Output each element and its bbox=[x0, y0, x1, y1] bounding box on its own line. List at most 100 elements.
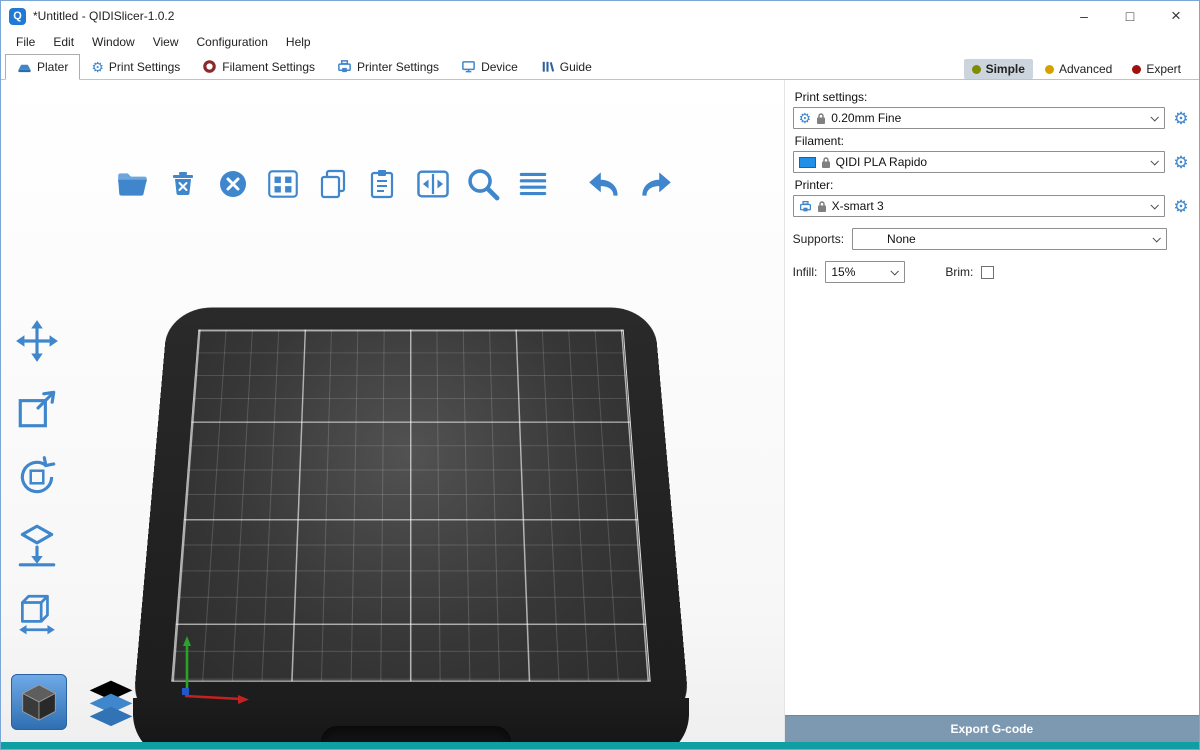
supports-row: Supports: None bbox=[793, 228, 1191, 250]
paste-button[interactable] bbox=[363, 164, 403, 204]
print-settings-tab-icon: ⚙ bbox=[91, 60, 104, 74]
maximize-button[interactable]: □ bbox=[1107, 1, 1153, 31]
guide-books-icon bbox=[540, 59, 555, 74]
supports-value: None bbox=[887, 232, 916, 246]
menu-edit[interactable]: Edit bbox=[44, 31, 83, 53]
sliced-layers-icon bbox=[85, 676, 137, 728]
chevron-down-icon bbox=[1152, 234, 1160, 242]
rotate-tool-button[interactable] bbox=[9, 452, 65, 502]
printer-combo[interactable]: X-smart 3 bbox=[793, 195, 1165, 217]
filament-spool-icon bbox=[202, 59, 217, 74]
lock-icon bbox=[817, 200, 827, 213]
redo-button[interactable] bbox=[635, 164, 675, 204]
print-settings-combo[interactable]: ⚙ 0.20mm Fine bbox=[793, 107, 1165, 129]
bed-handle bbox=[321, 726, 511, 742]
chevron-down-icon bbox=[1150, 201, 1158, 209]
filament-label: Filament: bbox=[795, 134, 1191, 148]
tab-label: Filament Settings bbox=[222, 60, 315, 74]
printer-gear-button[interactable]: ⚙ bbox=[1171, 198, 1191, 215]
menu-help[interactable]: Help bbox=[277, 31, 320, 53]
menu-window[interactable]: Window bbox=[83, 31, 144, 53]
lock-icon bbox=[821, 156, 831, 169]
tab-device[interactable]: Device bbox=[450, 54, 529, 79]
delete-all-icon bbox=[216, 167, 250, 201]
move-icon bbox=[14, 318, 60, 364]
place-on-face-tool-button[interactable] bbox=[9, 520, 65, 570]
window-controls: – □ × bbox=[1061, 1, 1199, 31]
menu-bar: File Edit Window View Configuration Help bbox=[1, 31, 1199, 53]
mode-expert[interactable]: Expert bbox=[1124, 59, 1189, 79]
mode-simple[interactable]: Simple bbox=[964, 59, 1033, 79]
tab-label: Printer Settings bbox=[357, 60, 439, 74]
delete-button[interactable] bbox=[163, 164, 203, 204]
app-logo-icon: Q bbox=[9, 8, 26, 25]
left-toolbar bbox=[9, 316, 65, 638]
trash-icon bbox=[166, 167, 200, 201]
move-tool-button[interactable] bbox=[9, 316, 65, 366]
tab-printer-settings[interactable]: Printer Settings bbox=[326, 54, 450, 79]
menu-configuration[interactable]: Configuration bbox=[188, 31, 277, 53]
print-settings-row: ⚙ 0.20mm Fine ⚙ bbox=[793, 107, 1191, 129]
scale-tool-button[interactable] bbox=[9, 384, 65, 434]
paste-icon bbox=[366, 167, 400, 201]
minimize-button[interactable]: – bbox=[1061, 1, 1107, 31]
lock-icon bbox=[816, 112, 826, 125]
open-file-button[interactable] bbox=[113, 164, 153, 204]
infill-value: 15% bbox=[831, 265, 855, 279]
filament-value: QIDI PLA Rapido bbox=[836, 155, 927, 169]
viewport-3d[interactable] bbox=[1, 80, 785, 742]
chevron-down-icon bbox=[1150, 113, 1158, 121]
undo-button[interactable] bbox=[585, 164, 625, 204]
app-window: Q *Untitled - QIDISlicer-1.0.2 – □ × Fil… bbox=[0, 0, 1200, 750]
supports-label: Supports: bbox=[793, 232, 844, 246]
editor-view-button[interactable] bbox=[11, 674, 67, 730]
top-toolbar bbox=[113, 164, 675, 204]
brim-label: Brim: bbox=[945, 265, 973, 279]
arrange-button[interactable] bbox=[263, 164, 303, 204]
supports-combo[interactable]: None bbox=[852, 228, 1167, 250]
gear-icon: ⚙ bbox=[799, 111, 812, 125]
place-on-face-icon bbox=[14, 522, 60, 568]
filament-combo[interactable]: QIDI PLA Rapido bbox=[793, 151, 1165, 173]
tab-plater[interactable]: Plater bbox=[5, 54, 80, 80]
undo-arrow-icon bbox=[585, 166, 625, 202]
chevron-down-icon bbox=[1150, 157, 1158, 165]
menu-file[interactable]: File bbox=[7, 31, 44, 53]
mode-advanced[interactable]: Advanced bbox=[1037, 59, 1120, 79]
plater-icon bbox=[17, 60, 32, 75]
mode-label: Expert bbox=[1146, 62, 1181, 76]
brim-checkbox[interactable] bbox=[981, 266, 994, 279]
copy-icon bbox=[316, 167, 350, 201]
close-button[interactable]: × bbox=[1153, 1, 1199, 31]
split-icon bbox=[414, 165, 452, 203]
tab-label: Plater bbox=[37, 60, 68, 74]
scale-icon bbox=[14, 386, 60, 432]
infill-combo[interactable]: 15% bbox=[825, 261, 905, 283]
tab-print-settings[interactable]: ⚙ Print Settings bbox=[80, 54, 191, 79]
variable-layer-height-button[interactable] bbox=[513, 164, 553, 204]
tab-guide[interactable]: Guide bbox=[529, 54, 603, 79]
chevron-down-icon bbox=[891, 267, 899, 275]
menu-view[interactable]: View bbox=[144, 31, 188, 53]
measure-tool-button[interactable] bbox=[9, 588, 65, 638]
copy-button[interactable] bbox=[313, 164, 353, 204]
preview-view-button[interactable] bbox=[83, 674, 139, 730]
expert-mode-icon bbox=[1132, 65, 1141, 74]
split-button[interactable] bbox=[413, 164, 453, 204]
printer-icon bbox=[337, 59, 352, 74]
status-bar bbox=[1, 742, 1199, 749]
tab-filament-settings[interactable]: Filament Settings bbox=[191, 54, 326, 79]
filament-row: QIDI PLA Rapido ⚙ bbox=[793, 151, 1191, 173]
delete-all-button[interactable] bbox=[213, 164, 253, 204]
print-settings-value: 0.20mm Fine bbox=[831, 111, 901, 125]
3d-editor-cube-icon bbox=[15, 678, 63, 726]
printer-icon bbox=[799, 200, 812, 213]
export-gcode-button[interactable]: Export G-code bbox=[785, 715, 1199, 742]
mode-switcher: Simple Advanced Expert bbox=[964, 59, 1195, 79]
filament-gear-button[interactable]: ⚙ bbox=[1171, 154, 1191, 171]
print-settings-gear-button[interactable]: ⚙ bbox=[1171, 110, 1191, 127]
printer-value: X-smart 3 bbox=[832, 199, 884, 213]
search-button[interactable] bbox=[463, 164, 503, 204]
measure-icon bbox=[14, 590, 60, 636]
view-switch bbox=[11, 674, 139, 730]
